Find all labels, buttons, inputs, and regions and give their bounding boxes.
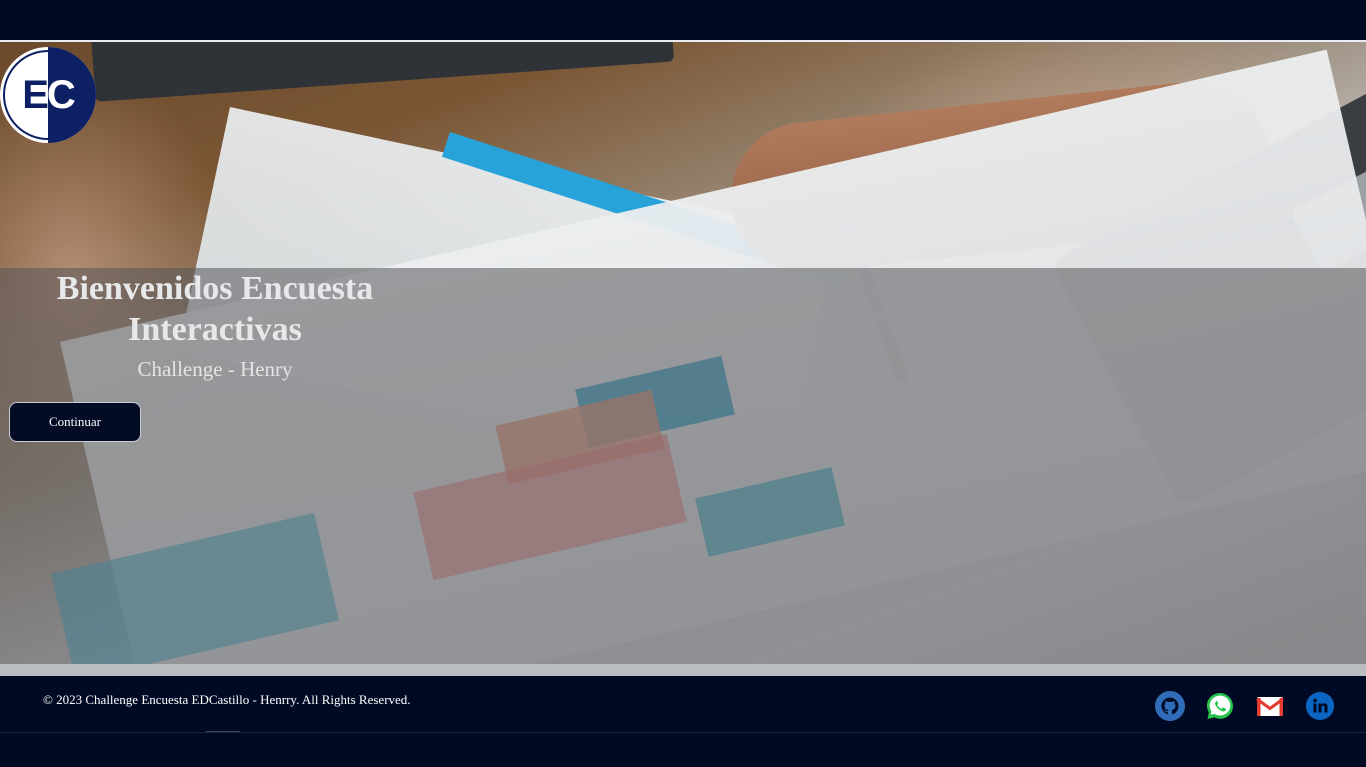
gmail-icon xyxy=(1255,691,1285,721)
whatsapp-icon xyxy=(1205,691,1235,721)
footer-underline-tick xyxy=(206,731,240,732)
logo-letter-e: E xyxy=(22,72,49,117)
continue-button[interactable]: Continuar xyxy=(9,402,141,442)
github-link[interactable] xyxy=(1155,691,1185,721)
whatsapp-link[interactable] xyxy=(1205,691,1235,721)
page-footer: © 2023 Challenge Encuesta EDCastillo - H… xyxy=(0,676,1366,733)
logo-letter-c: C xyxy=(46,72,76,117)
logo-letters: EC xyxy=(0,47,96,143)
gmail-link[interactable] xyxy=(1255,691,1285,721)
laptop-shape xyxy=(90,42,675,102)
hero-subtitle: Challenge - Henry xyxy=(137,357,293,381)
linkedin-icon xyxy=(1305,691,1335,721)
hero-title: Bienvenidos Encuesta Interactivas xyxy=(56,270,374,348)
copyright-text: © 2023 Challenge Encuesta EDCastillo - H… xyxy=(43,692,411,707)
linkedin-link[interactable] xyxy=(1305,691,1335,721)
top-navbar xyxy=(0,0,1366,42)
footer-divider-strip xyxy=(0,664,1366,676)
github-icon xyxy=(1155,691,1185,721)
brand-logo[interactable]: EC xyxy=(0,47,96,143)
